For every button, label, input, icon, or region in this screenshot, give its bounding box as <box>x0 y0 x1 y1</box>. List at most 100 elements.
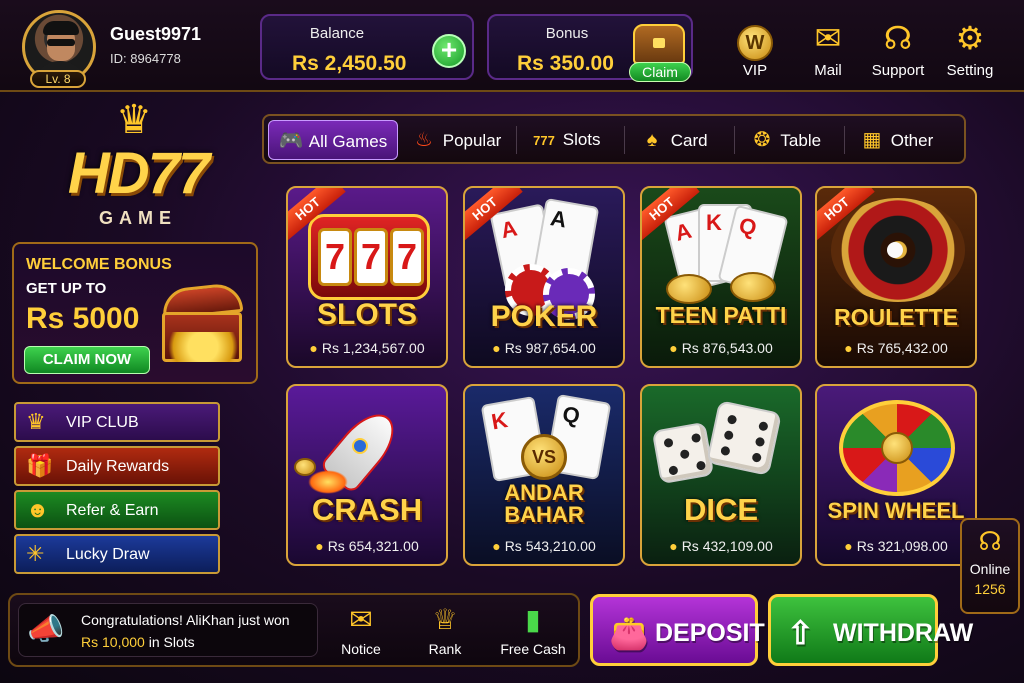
bonus-label: Bonus <box>545 25 589 42</box>
game-card-teen-patti[interactable]: A K Q HOT TEEN PATTI ● Rs 876,543.00 <box>640 186 802 368</box>
mail-icon: ✉ <box>814 20 842 56</box>
megaphone-icon: 📣 <box>27 613 65 646</box>
notice-button[interactable]: ✉ Notice <box>326 603 396 657</box>
game-card-spin-wheel[interactable]: SPIN WHEEL ● Rs 321,098.00 <box>815 384 977 566</box>
game-title: SLOTS <box>316 298 417 331</box>
welcome-subtitle: GET UP TO <box>26 280 107 297</box>
claim-bonus-button[interactable]: Claim <box>629 62 691 82</box>
ticker-suffix: in Slots <box>144 634 195 650</box>
sidebar-item-label: Refer & Earn <box>66 502 159 519</box>
game-title: ROULETTE <box>834 304 958 330</box>
notice-label: Notice <box>341 641 381 657</box>
users-icon: ☻ <box>26 497 50 522</box>
game-title: TEEN PATTI <box>655 302 787 328</box>
game-category-tabs: 🎮 All Games ♨ Popular 777 Slots ♠ Card ❂… <box>262 114 966 164</box>
welcome-title: WELCOME BONUS <box>26 256 172 273</box>
add-balance-button[interactable]: + <box>432 34 466 68</box>
balance-value: Rs 2,450.50 <box>292 52 407 75</box>
free-cash-button[interactable]: ▮ Free Cash <box>498 603 568 657</box>
online-count: 1256 <box>974 581 1006 597</box>
game-title: CRASH <box>311 492 423 527</box>
game-pool: ● Rs 1,234,567.00 <box>309 340 425 356</box>
cash-icon: ▮ <box>525 604 541 635</box>
logo-subtitle: GAME <box>99 208 177 228</box>
welcome-amount: Rs 5000 <box>26 302 140 335</box>
bonus-card: Bonus Rs 350.00 Claim <box>487 14 693 82</box>
game-pool: ● Rs 543,210.00 <box>492 538 596 554</box>
game-title: ANDAR BAHAR <box>504 480 584 527</box>
mail-button[interactable]: ✉ Mail <box>793 18 863 79</box>
game-title: SPIN WHEEL <box>827 498 965 523</box>
sidebar-item-refer-earn[interactable]: ☻ Refer & Earn <box>14 490 220 530</box>
sidebar-item-label: Lucky Draw <box>66 546 150 563</box>
rank-label: Rank <box>428 641 462 657</box>
user-icon: ● <box>669 538 678 554</box>
avatar-hair <box>43 21 79 35</box>
logo-title: HD77 <box>67 141 210 206</box>
online-support-widget[interactable]: ☊ Online 1256 <box>960 518 1020 614</box>
game-card-andar-bahar[interactable]: K Q VS ANDAR BAHAR ● Rs 543,210.00 <box>463 384 625 566</box>
deposit-button[interactable]: 👛 DEPOSIT <box>590 594 765 666</box>
notice-icon: ✉ <box>349 604 373 635</box>
user-icon: ● <box>309 340 318 356</box>
rank-button[interactable]: ♕ Rank <box>410 603 480 657</box>
ticker-amount: Rs 10,000 <box>81 634 145 650</box>
tab-table[interactable]: ❂ Table <box>748 120 821 160</box>
hd77-logo: ♛ HD77 GAME <box>38 100 238 240</box>
support-button[interactable]: ☊ Support <box>863 18 933 79</box>
crown-icon: ♛ <box>116 98 152 142</box>
game-title: POKER <box>490 300 598 333</box>
tab-other[interactable]: ▦ Other <box>858 120 934 160</box>
game-card-crash[interactable]: CRASH ● Rs 654,321.00 <box>286 384 448 566</box>
tab-label: Table <box>780 131 822 150</box>
balance-label: Balance <box>309 25 365 42</box>
tab-all-games[interactable]: 🎮 All Games <box>268 120 399 160</box>
support-label: Support <box>871 62 925 79</box>
ticker-line-2: Rs 10,000 in Slots <box>81 634 195 650</box>
game-card-poker[interactable]: A A HOT POKER ● Rs 987,654.00 <box>463 186 625 368</box>
withdraw-button[interactable]: ⇧ WITHDRAW <box>768 594 973 666</box>
game-card-slots[interactable]: 7 7 7 HOT SLOTS ● Rs 1,234,567.00 <box>286 186 448 368</box>
grid-icon: ▦ <box>862 129 882 151</box>
treasure-chest-icon <box>156 281 250 366</box>
gift-icon: 🎁 <box>26 453 54 478</box>
vip-button[interactable]: W VIP <box>720 18 790 79</box>
crown-icon: ♛ <box>26 409 46 434</box>
bottom-bar: 📣 Congratulations! AliKhan just won Rs 1… <box>8 593 580 667</box>
chip-icon: ❂ <box>753 129 771 151</box>
sidebar-item-label: Daily Rewards <box>66 458 170 475</box>
game-card-dice[interactable]: DICE ● Rs 432,109.00 <box>640 384 802 566</box>
user-icon: ● <box>669 340 678 356</box>
user-icon: ● <box>315 538 324 554</box>
user-icon: ● <box>844 538 853 554</box>
user-icon: ● <box>492 340 501 356</box>
sidebar-item-lucky-draw[interactable]: ✳ Lucky Draw <box>14 534 220 574</box>
tab-popular[interactable]: ♨ Popular <box>410 120 501 160</box>
game-card-roulette[interactable]: HOT ROULETTE ● Rs 765,432.00 <box>815 186 977 368</box>
sidebar-item-label: VIP CLUB <box>66 414 139 431</box>
ticker-line-1: Congratulations! AliKhan just won <box>81 612 290 628</box>
welcome-bonus-banner[interactable]: WELCOME BONUS GET UP TO Rs 5000 CLAIM NO… <box>12 242 258 384</box>
setting-button[interactable]: ⚙ Setting <box>935 18 1005 79</box>
claim-now-button[interactable]: CLAIM NOW <box>24 346 150 374</box>
tab-label: Card <box>670 131 708 150</box>
online-label: Online <box>969 561 1011 577</box>
sidebar-item-daily-rewards[interactable]: 🎁 Daily Rewards <box>14 446 220 486</box>
user-icon: ● <box>492 538 501 554</box>
free-cash-label: Free Cash <box>500 641 566 657</box>
tab-slots[interactable]: 777 Slots <box>530 120 600 160</box>
treasure-chest-icon <box>633 24 685 64</box>
tab-label: Other <box>890 131 934 150</box>
gear-icon: ⚙ <box>955 20 985 56</box>
tab-card[interactable]: ♠ Card <box>638 120 708 160</box>
username: Guest9971 <box>110 24 202 44</box>
deposit-label: DEPOSIT <box>655 619 765 647</box>
sidebar-item-vip-club[interactable]: ♛ VIP CLUB <box>14 402 220 442</box>
wallet-icon: 👛 <box>609 615 649 651</box>
slots-777-icon: 777 <box>533 133 555 148</box>
win-ticker: 📣 Congratulations! AliKhan just won Rs 1… <box>18 603 318 657</box>
flame-icon: ♨ <box>415 129 433 151</box>
vip-label: VIP <box>742 62 768 79</box>
headset-icon: ☊ <box>978 526 1002 556</box>
game-pool: ● Rs 654,321.00 <box>315 538 419 554</box>
